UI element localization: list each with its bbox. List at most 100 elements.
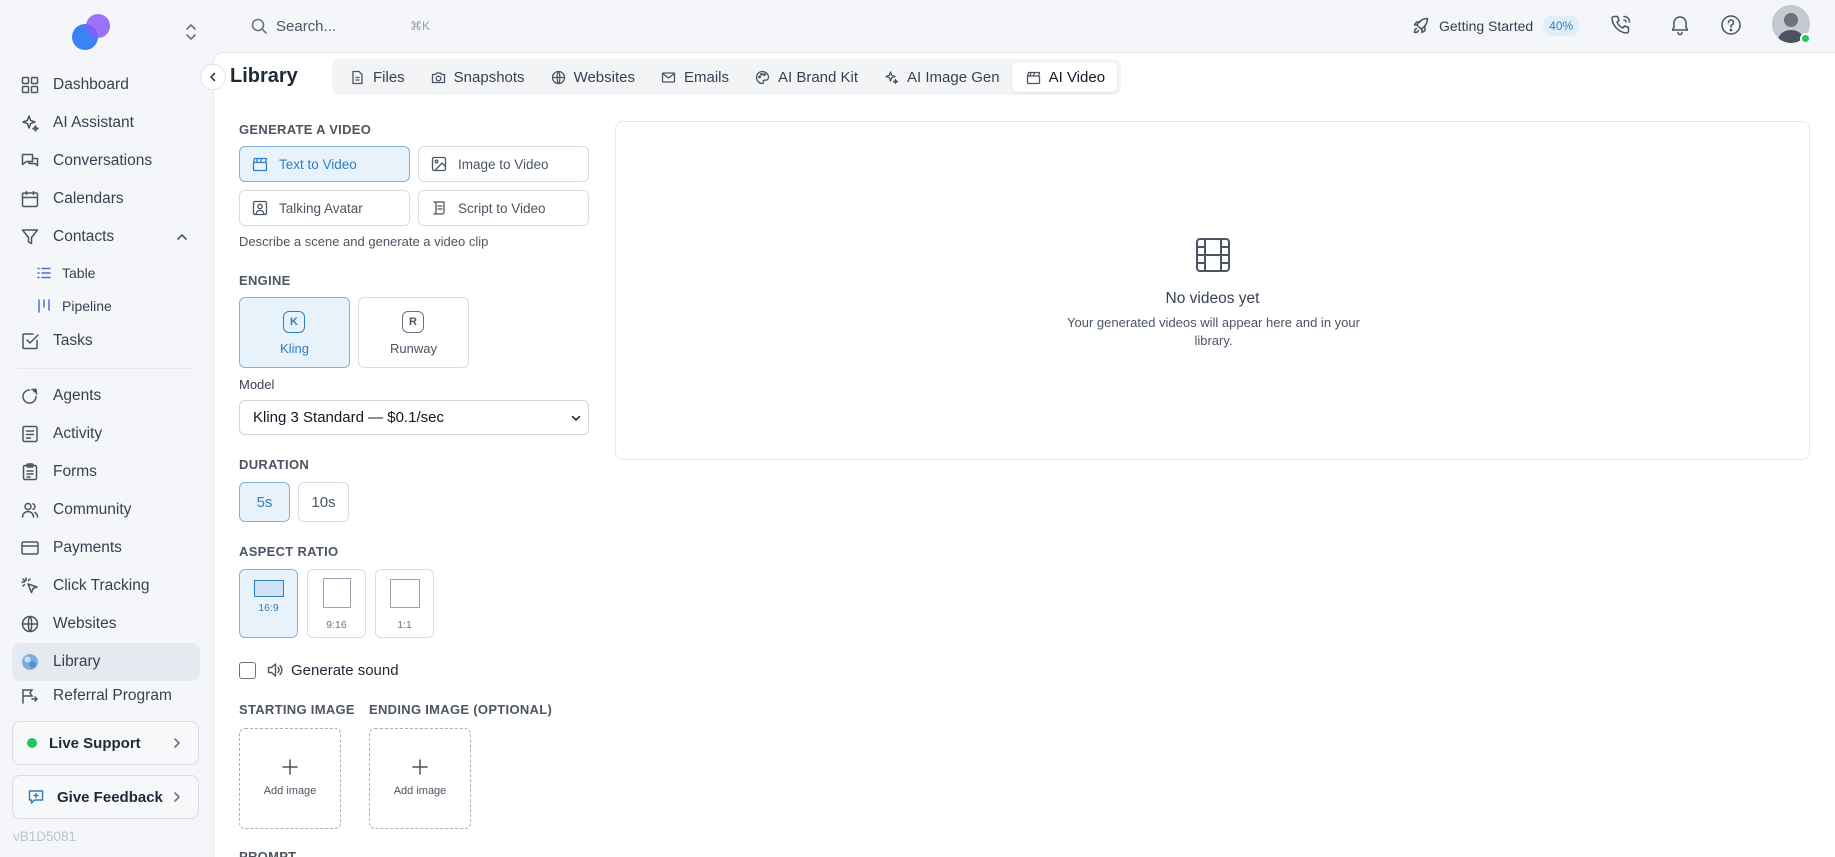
search-input[interactable] — [276, 17, 406, 35]
phone-icon[interactable] — [1609, 13, 1633, 37]
library-tabs: Files Snapshots Websites Emails AI Brand… — [332, 59, 1122, 95]
sidebar-item-calendars[interactable]: Calendars — [12, 180, 200, 218]
page-title: Library — [230, 65, 298, 87]
sidebar-item-activity[interactable]: Activity — [12, 415, 200, 453]
clapperboard-icon — [252, 156, 268, 172]
sidebar-item-payments[interactable]: Payments — [12, 529, 200, 567]
generate-video-heading: GENERATE A VIDEO — [239, 122, 372, 137]
app-logo[interactable] — [72, 14, 116, 50]
help-icon[interactable] — [1719, 13, 1743, 37]
duration-10s-button[interactable]: 10s — [298, 482, 349, 522]
mail-icon — [661, 70, 676, 85]
workspace-switcher-icon[interactable] — [183, 22, 199, 42]
aspect-label: 9:16 — [326, 619, 347, 631]
prompt-heading: PROMPT — [239, 850, 296, 857]
engine-heading: ENGINE — [239, 273, 291, 288]
users-icon — [20, 500, 40, 520]
sidebar-item-label: Pipeline — [62, 297, 112, 314]
sidebar-item-dashboard[interactable]: Dashboard — [12, 66, 200, 104]
chat-bubbles-icon — [20, 151, 40, 171]
sidebar-nav: Dashboard AI Assistant Conversations Cal… — [12, 66, 200, 711]
give-feedback-button[interactable]: Give Feedback — [12, 775, 199, 819]
sidebar-item-label: Dashboard — [53, 76, 129, 93]
engine-runway-button[interactable]: R Runway — [358, 297, 469, 368]
tab-emails[interactable]: Emails — [647, 62, 741, 92]
tab-ai-video[interactable]: AI Video — [1011, 62, 1118, 92]
sidebar-item-forms[interactable]: Forms — [12, 453, 200, 491]
model-label: Model — [239, 377, 275, 392]
sidebar-item-label: Library — [53, 653, 101, 670]
model-select[interactable]: Kling 3 Standard — $0.1/sec — [239, 400, 589, 435]
tab-label: AI Video — [1048, 68, 1106, 86]
collapse-sidebar-button[interactable] — [200, 64, 226, 90]
tab-label: Websites — [573, 68, 635, 86]
tab-websites[interactable]: Websites — [537, 62, 647, 92]
getting-started-label: Getting Started — [1439, 18, 1534, 34]
sidebar-item-label: Tasks — [53, 332, 93, 349]
speaker-icon — [266, 661, 284, 679]
sidebar-divider — [18, 368, 194, 369]
file-icon — [350, 70, 365, 85]
sidebar-item-tasks[interactable]: Tasks — [12, 322, 200, 360]
tab-label: Snapshots — [453, 68, 525, 86]
sidebar-item-library[interactable]: Library — [12, 643, 200, 681]
tab-ai-image-gen[interactable]: AI Image Gen — [870, 62, 1012, 92]
getting-started-button[interactable]: Getting Started 40% — [1412, 14, 1580, 38]
engine-label: Kling — [280, 341, 309, 356]
sidebar-item-label: Contacts — [53, 228, 115, 245]
filter-icon — [20, 227, 40, 247]
live-support-label: Live Support — [49, 734, 141, 752]
script-icon — [431, 200, 447, 216]
aspect-1-1-button[interactable]: 1:1 — [375, 569, 434, 638]
mode-talking-avatar[interactable]: Talking Avatar — [239, 190, 410, 226]
sidebar-item-label: Calendars — [53, 190, 124, 207]
tab-label: AI Brand Kit — [778, 68, 859, 86]
tab-snapshots[interactable]: Snapshots — [417, 62, 537, 92]
cursor-click-icon — [20, 576, 40, 596]
sidebar-item-conversations[interactable]: Conversations — [12, 142, 200, 180]
sidebar-item-label: Referral Program — [53, 687, 172, 704]
sidebar-item-table[interactable]: Table — [12, 256, 200, 289]
camera-icon — [431, 70, 446, 85]
getting-started-progress: 40% — [1543, 16, 1580, 36]
film-icon — [1194, 236, 1232, 274]
tab-ai-brand-kit[interactable]: AI Brand Kit — [741, 62, 870, 92]
mode-text-to-video[interactable]: Text to Video — [239, 146, 410, 182]
sidebar-item-agents[interactable]: Agents — [12, 377, 200, 415]
mode-script-to-video[interactable]: Script to Video — [418, 190, 589, 226]
sidebar-item-referral-program[interactable]: Referral Program — [12, 681, 200, 711]
plus-icon — [410, 757, 430, 777]
chevron-up-icon[interactable] — [174, 229, 190, 245]
ending-image-dropzone[interactable]: Add image — [369, 728, 471, 829]
app-version: vB1D5081 — [13, 829, 77, 844]
tab-files[interactable]: Files — [336, 62, 417, 92]
aspect-shape — [254, 580, 284, 597]
starting-image-heading: STARTING IMAGE — [239, 702, 355, 717]
sidebar-item-websites[interactable]: Websites — [12, 605, 200, 643]
aspect-16-9-button[interactable]: 16:9 — [239, 569, 298, 638]
pipeline-icon — [36, 298, 52, 314]
plus-icon — [280, 757, 300, 777]
global-search[interactable]: ⌘K — [250, 14, 450, 38]
duration-5s-button[interactable]: 5s — [239, 482, 290, 522]
starting-image-dropzone[interactable]: Add image — [239, 728, 341, 829]
generate-sound-toggle[interactable]: Generate sound — [239, 660, 399, 680]
aspect-label: 16:9 — [258, 602, 279, 614]
clipboard-icon — [20, 462, 40, 482]
aspect-9-16-button[interactable]: 9:16 — [307, 569, 366, 638]
generate-sound-checkbox[interactable] — [239, 661, 256, 679]
mode-image-to-video[interactable]: Image to Video — [418, 146, 589, 182]
engine-badge: K — [283, 311, 305, 333]
engine-kling-button[interactable]: K Kling — [239, 297, 350, 368]
credit-card-icon — [20, 538, 40, 558]
sidebar-item-pipeline[interactable]: Pipeline — [12, 289, 200, 322]
sidebar-item-community[interactable]: Community — [12, 491, 200, 529]
live-support-button[interactable]: Live Support — [12, 721, 199, 765]
sidebar-item-click-tracking[interactable]: Click Tracking — [12, 567, 200, 605]
sidebar-item-label: Click Tracking — [53, 577, 150, 594]
sidebar-item-contacts[interactable]: Contacts — [12, 218, 200, 256]
engine-badge: R — [402, 311, 424, 333]
bell-icon[interactable] — [1668, 13, 1692, 37]
mode-hint: Describe a scene and generate a video cl… — [239, 234, 489, 249]
sidebar-item-ai-assistant[interactable]: AI Assistant — [12, 104, 200, 142]
